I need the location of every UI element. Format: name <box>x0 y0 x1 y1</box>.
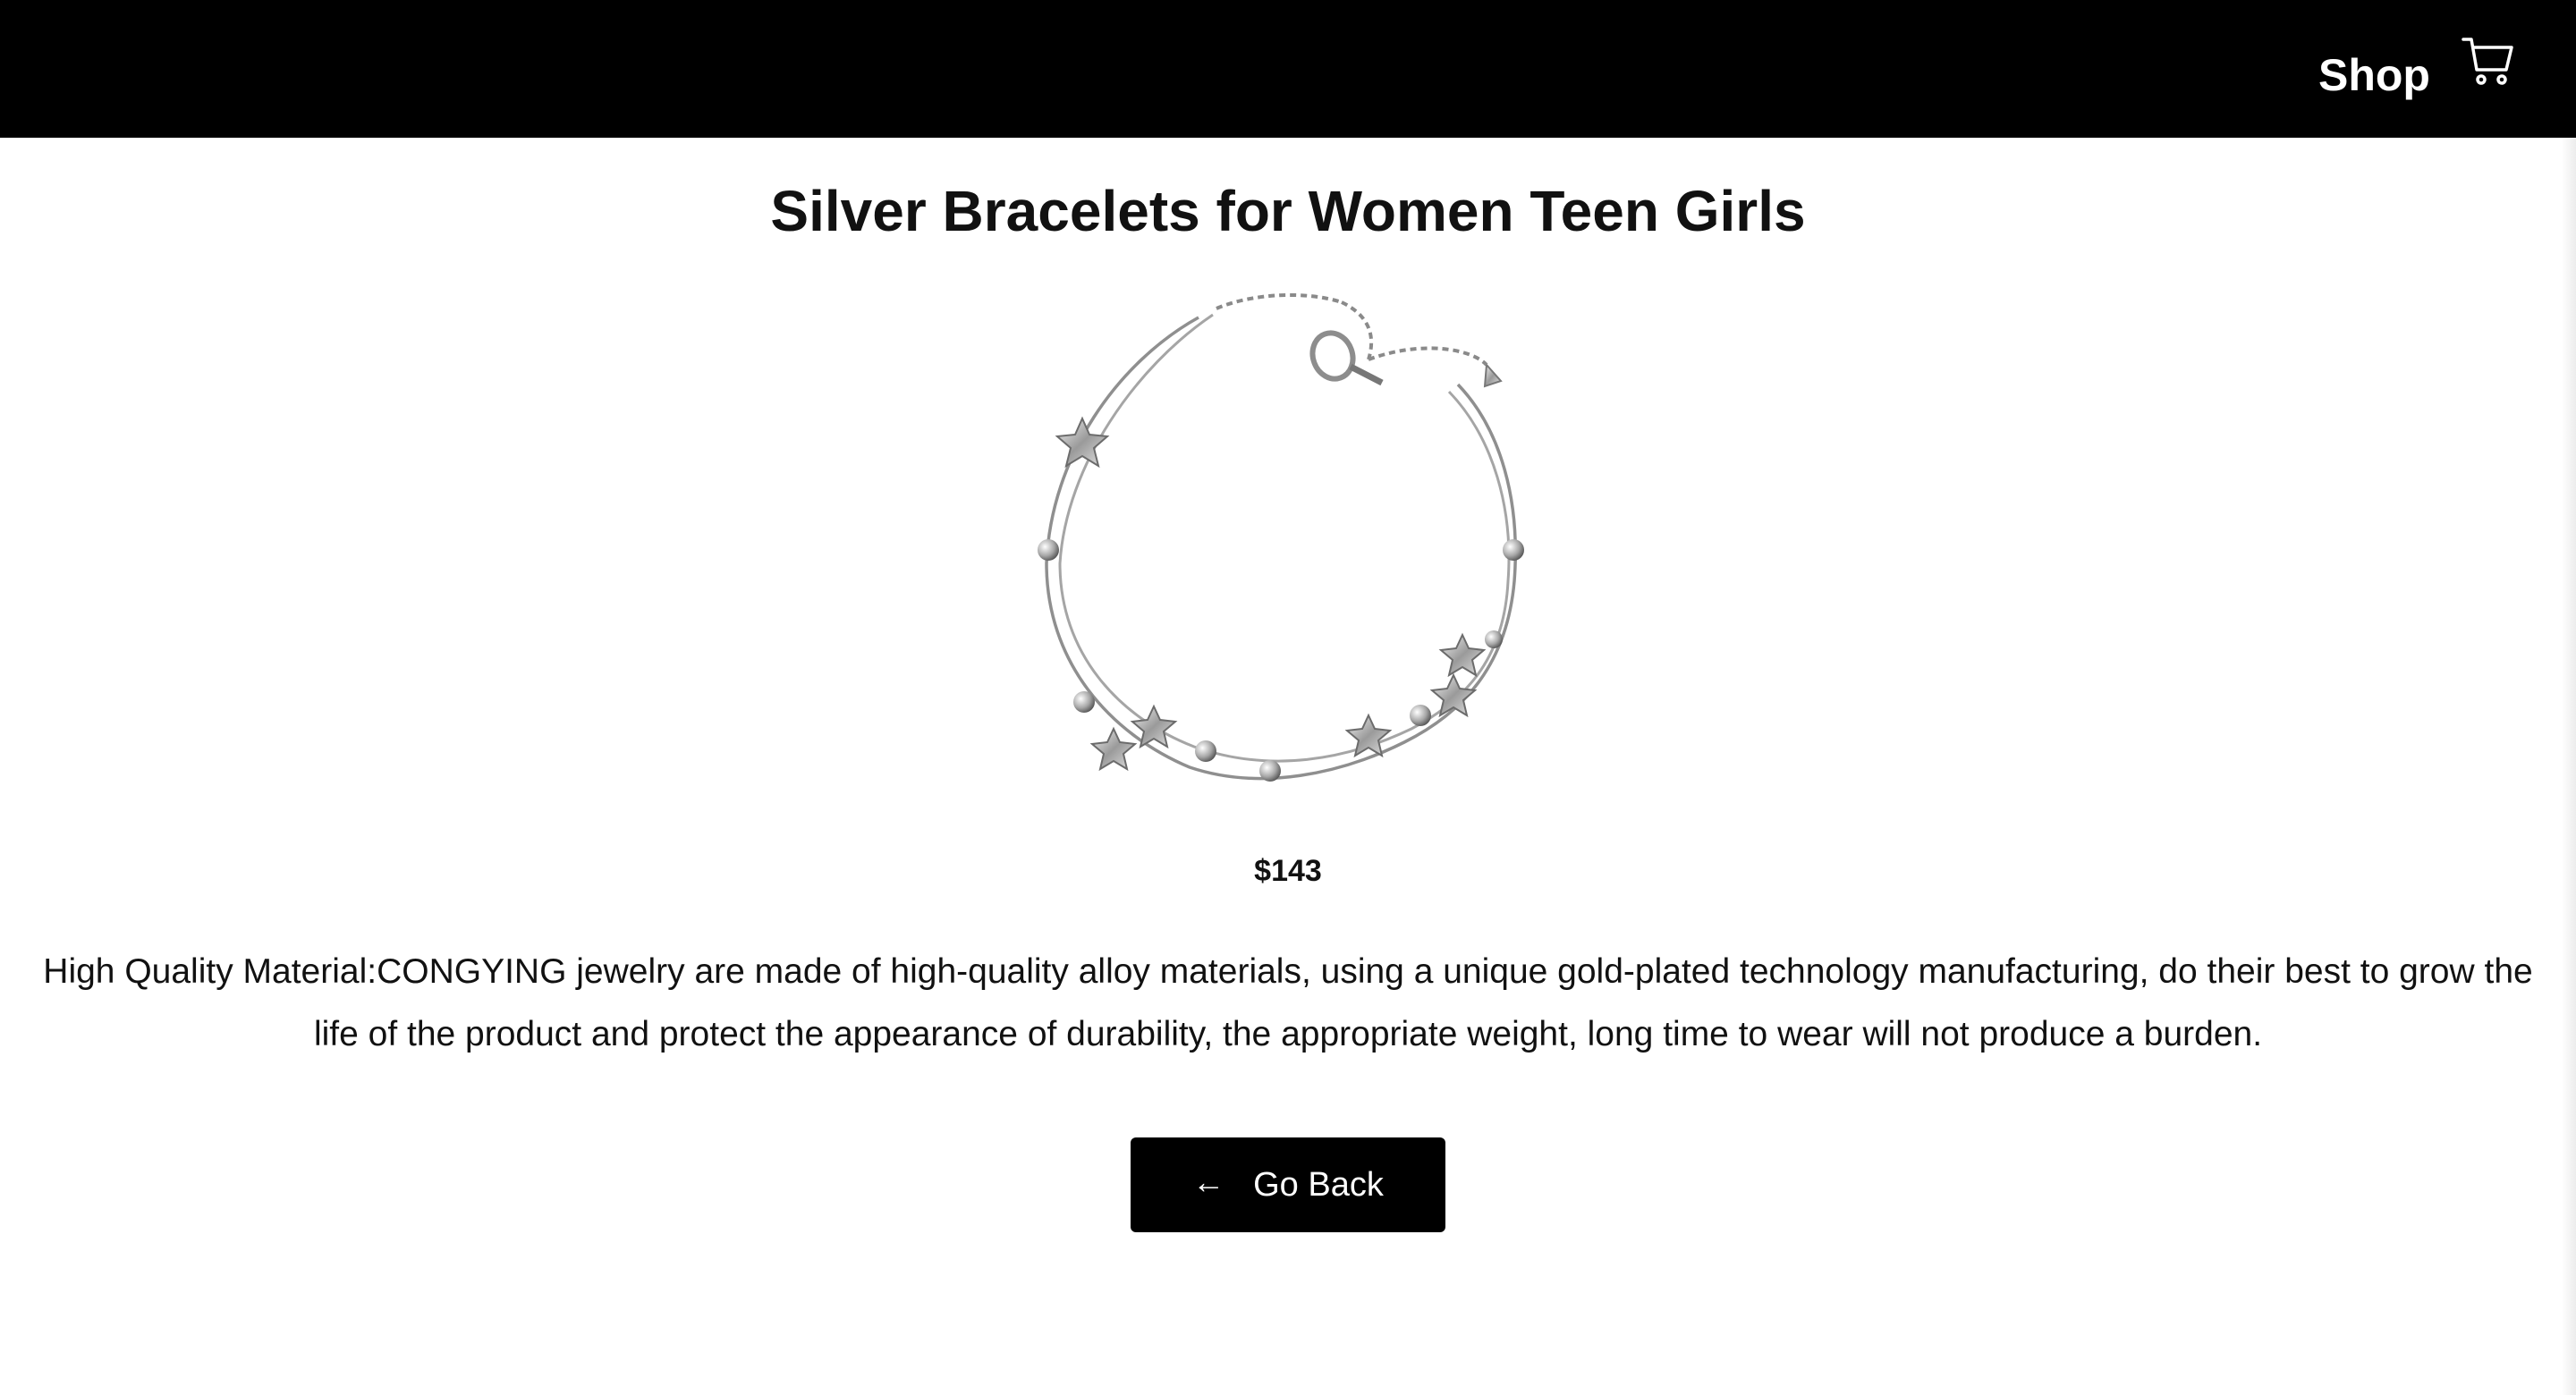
go-back-button[interactable]: ← Go Back <box>1131 1137 1445 1232</box>
top-nav-bar: Shop <box>0 0 2576 138</box>
page-scroll-edge <box>2562 138 2576 1395</box>
product-title: Silver Bracelets for Women Teen Girls <box>770 179 1806 243</box>
product-image <box>1011 277 1565 823</box>
shop-link[interactable]: Shop <box>2318 46 2430 104</box>
go-back-label: Go Back <box>1253 1165 1384 1204</box>
cart-icon[interactable] <box>2460 32 2517 89</box>
product-description: High Quality Material:CONGYING jewelry a… <box>43 952 2533 1053</box>
product-price: $143 <box>1254 854 1322 888</box>
arrow-left-icon: ← <box>1192 1163 1225 1200</box>
